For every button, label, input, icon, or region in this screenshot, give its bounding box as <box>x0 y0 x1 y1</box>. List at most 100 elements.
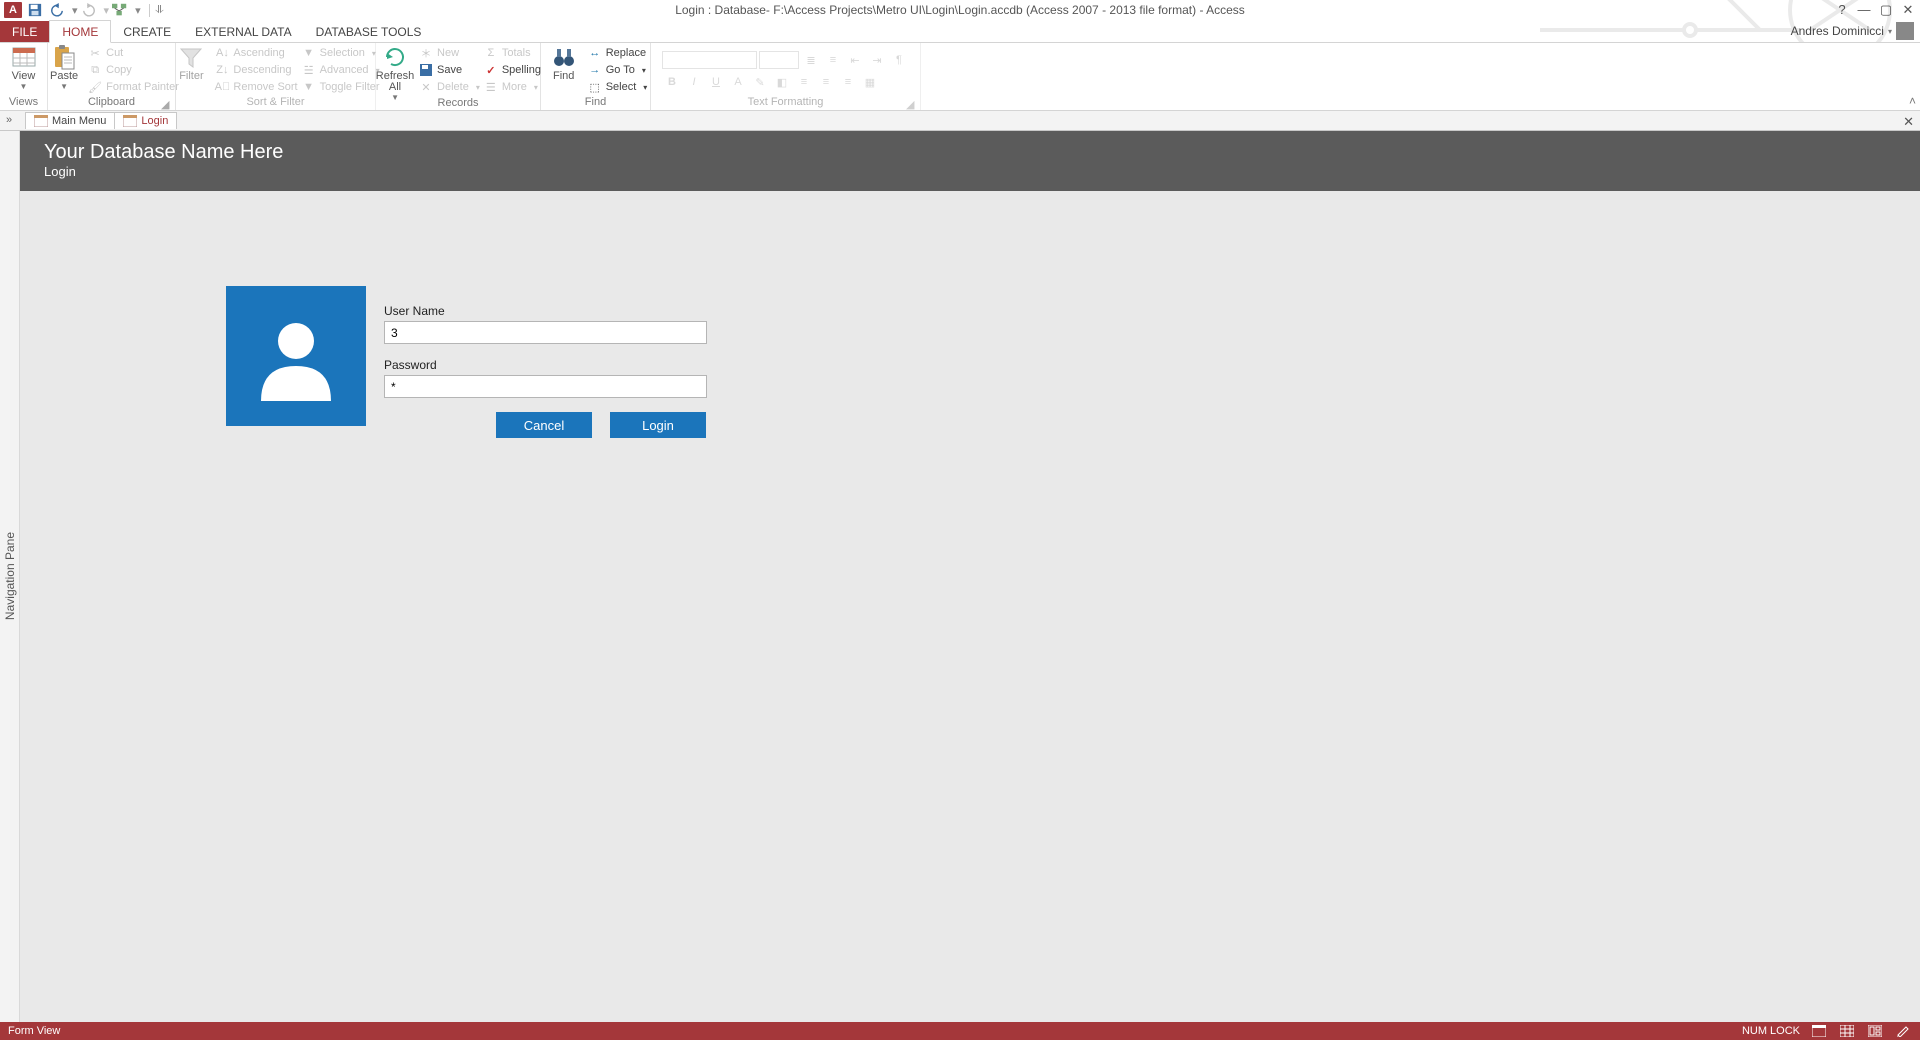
italic-icon[interactable]: I <box>684 73 704 91</box>
indent-dec-icon[interactable]: ⇤ <box>845 51 865 69</box>
remove-sort-icon: A⃠ <box>215 80 229 94</box>
save-icon[interactable] <box>26 1 44 19</box>
more-icon: ☰ <box>484 80 498 94</box>
delete-record-button[interactable]: ✕Delete▾ <box>419 79 480 95</box>
user-avatar-tile <box>226 286 366 426</box>
tab-create[interactable]: CREATE <box>111 21 183 42</box>
align-center-icon[interactable]: ≡ <box>816 73 836 91</box>
font-size-combo[interactable] <box>759 51 799 69</box>
nav-expand-icon[interactable]: » <box>6 114 12 126</box>
form-icon <box>123 115 137 127</box>
qat-caret-2[interactable]: ▾ <box>104 4 110 17</box>
new-record-button[interactable]: ＊New <box>419 45 480 61</box>
advanced-filter-icon: ☱ <box>302 63 316 77</box>
doctab-login[interactable]: Login <box>114 112 177 129</box>
cut-button[interactable]: ✂Cut <box>88 45 179 61</box>
username-input[interactable] <box>384 321 707 344</box>
layout-view-icon[interactable] <box>1866 1024 1884 1038</box>
doctab-main-menu[interactable]: Main Menu <box>25 112 115 129</box>
datasheet-view-icon[interactable] <box>1838 1024 1856 1038</box>
close-tab-icon[interactable]: ✕ <box>1903 114 1914 130</box>
help-icon[interactable]: ? <box>1834 2 1850 18</box>
cancel-button[interactable]: Cancel <box>496 412 592 438</box>
refresh-all-button[interactable]: RefreshAll ▼ <box>375 45 415 102</box>
qat-caret-1[interactable]: ▾ <box>72 4 78 17</box>
form-subtitle: Login <box>44 164 1896 179</box>
navigation-pane-label: Navigation Pane <box>3 532 17 620</box>
relationships-icon[interactable] <box>111 1 129 19</box>
ascending-button[interactable]: A↓Ascending <box>215 45 297 61</box>
close-icon[interactable]: ✕ <box>1900 2 1916 18</box>
copy-button[interactable]: ⧉Copy <box>88 62 179 78</box>
font-color-icon[interactable]: A <box>728 73 748 91</box>
underline-icon[interactable]: U <box>706 73 726 91</box>
numbering-icon[interactable]: ≡ <box>823 51 843 69</box>
paste-button[interactable]: Paste ▼ <box>44 45 84 91</box>
bold-icon[interactable]: B <box>662 73 682 91</box>
design-view-icon[interactable] <box>1894 1024 1912 1038</box>
minimize-icon[interactable]: — <box>1856 2 1872 18</box>
tab-external[interactable]: EXTERNAL DATA <box>183 21 303 42</box>
gridlines-icon[interactable]: ▦ <box>860 73 880 91</box>
tab-file[interactable]: FILE <box>0 21 49 42</box>
more-records-button[interactable]: ☰More▾ <box>484 79 541 95</box>
form-header: Your Database Name Here Login <box>20 131 1920 191</box>
restore-icon[interactable]: ▢ <box>1878 2 1894 18</box>
copy-icon: ⧉ <box>88 63 102 77</box>
save-record-button[interactable]: Save <box>419 62 480 78</box>
redo-icon[interactable] <box>80 1 98 19</box>
form-icon <box>34 115 48 127</box>
funnel-sel-icon: ▼ <box>302 46 316 60</box>
document-tab-bar: » Main Menu Login ✕ <box>0 111 1920 131</box>
clipboard-dialog-launcher-icon[interactable]: ◢ <box>161 98 171 108</box>
work-area: Navigation Pane Your Database Name Here … <box>0 131 1920 1022</box>
fill-color-icon[interactable]: ◧ <box>772 73 792 91</box>
status-bar: Form View NUM LOCK <box>0 1022 1920 1040</box>
tab-home[interactable]: HOME <box>49 20 111 43</box>
ribbon: View ▼ Views Paste ▼ ✂Cut ⧉Copy 🖌Format … <box>0 43 1920 111</box>
goto-icon: → <box>588 63 602 77</box>
navigation-pane-collapsed[interactable]: Navigation Pane <box>0 131 20 1022</box>
toggle-filter-icon: ▼ <box>302 80 316 94</box>
group-label-clipboard: Clipboard <box>88 96 135 110</box>
totals-button[interactable]: ΣTotals <box>484 45 541 61</box>
find-button[interactable]: Find <box>544 45 584 82</box>
selection-button[interactable]: ▼Selection▾ <box>302 45 380 61</box>
password-input[interactable] <box>384 375 707 398</box>
bullets-icon[interactable]: ≣ <box>801 51 821 69</box>
select-button[interactable]: ⬚Select▾ <box>588 79 648 95</box>
undo-icon[interactable] <box>48 1 66 19</box>
goto-button[interactable]: →Go To▾ <box>588 62 648 78</box>
align-left-icon[interactable]: ≡ <box>794 73 814 91</box>
form-canvas: Your Database Name Here Login User Name … <box>20 131 1920 1022</box>
tab-dbtools[interactable]: DATABASE TOOLS <box>304 21 434 42</box>
window-title: Login : Database- F:\Access Projects\Met… <box>0 3 1920 17</box>
save-rec-icon <box>419 63 433 77</box>
toggle-filter-button[interactable]: ▼Toggle Filter <box>302 79 380 95</box>
remove-sort-button[interactable]: A⃠Remove Sort <box>215 79 297 95</box>
replace-button[interactable]: ↔Replace <box>588 45 648 61</box>
format-painter-button[interactable]: 🖌Format Painter <box>88 79 179 95</box>
group-label-views: Views <box>9 96 38 110</box>
qat-customize-caret[interactable]: ⥥ <box>149 4 164 17</box>
view-button[interactable]: View ▼ <box>4 45 44 91</box>
login-button[interactable]: Login <box>610 412 706 438</box>
align-right-icon[interactable]: ≡ <box>838 73 858 91</box>
filter-button[interactable]: Filter <box>171 45 211 82</box>
ribbon-collapse-icon[interactable]: ˄ <box>1909 94 1916 108</box>
text-dir-icon[interactable]: ¶ <box>889 51 909 69</box>
account-name: Andres Dominicci <box>1791 24 1884 38</box>
access-app-icon: A <box>4 1 22 19</box>
account-menu[interactable]: Andres Dominicci ▾ <box>1791 22 1914 40</box>
advanced-button[interactable]: ☱Advanced▾ <box>302 62 380 78</box>
descending-button[interactable]: Z↓Descending <box>215 62 297 78</box>
binoculars-icon <box>552 45 576 69</box>
form-view-icon[interactable] <box>1810 1024 1828 1038</box>
indent-inc-icon[interactable]: ⇥ <box>867 51 887 69</box>
font-family-combo[interactable] <box>662 51 757 69</box>
qat-caret-3[interactable]: ▾ <box>135 4 141 17</box>
highlight-icon[interactable]: ✎ <box>750 73 770 91</box>
delete-icon: ✕ <box>419 80 433 94</box>
spelling-button[interactable]: ✓Spelling <box>484 62 541 78</box>
textfmt-dialog-launcher-icon[interactable]: ◢ <box>906 98 916 108</box>
